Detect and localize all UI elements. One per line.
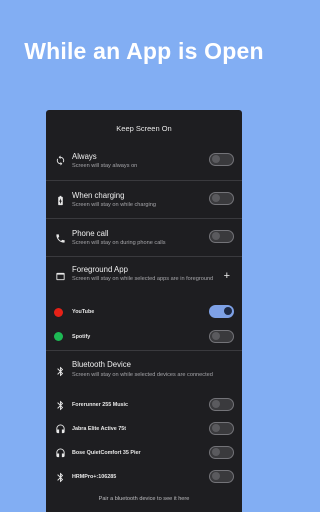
device-toggle[interactable] [209,422,234,435]
always-toggle[interactable] [209,153,234,166]
always-title: Always [72,152,97,161]
toggle-knob [211,232,220,241]
charging-toggle[interactable] [209,192,234,205]
always-subtitle: Screen will stay always on [72,163,138,169]
toggle-knob [223,307,232,316]
window-icon [54,270,66,282]
device-name: Forerunner 255 Music [72,402,129,408]
headline: While an App is Open [24,38,264,64]
foreground-title: Foreground App [72,265,128,274]
device-toggle[interactable] [209,470,234,483]
divider [46,180,242,181]
bluetooth-icon [54,365,66,377]
battery-charging-icon [54,194,66,206]
toggle-knob [211,155,220,164]
device-toggle[interactable] [209,446,234,459]
youtube-toggle[interactable] [209,305,234,318]
phone-icon [54,232,66,244]
divider [46,256,242,257]
bluetooth-title: Bluetooth Device [72,360,131,369]
youtube-logo-icon [54,308,63,317]
divider [46,350,242,351]
bluetooth-subtitle: Screen will stay on while selected devic… [72,372,213,378]
sync-icon [54,154,66,166]
toggle-knob [211,332,220,341]
toggle-knob [211,194,220,203]
add-app-button[interactable]: + [224,271,230,282]
phone-call-title: Phone call [72,229,109,238]
app-name-spotify: Spotify [72,334,91,340]
toggle-knob [211,472,220,481]
device-toggle[interactable] [209,398,234,411]
headphones-icon [54,447,66,459]
toggle-knob [211,400,220,409]
bluetooth-icon [54,471,66,483]
foreground-subtitle: Screen will stay on while selected apps … [72,276,214,282]
phone-call-toggle[interactable] [209,230,234,243]
bluetooth-icon [54,399,66,411]
screen-title: Keep Screen On [116,124,172,133]
device-name: Jabra Elite Active 75t [72,426,127,432]
phone-screen: Keep Screen On Always Screen will stay a… [46,110,242,512]
device-name: HRMPro+:106285 [72,474,117,480]
toggle-knob [211,448,220,457]
spotify-logo-icon [54,332,63,341]
charging-title: When charging [72,191,125,200]
headphones-icon [54,423,66,435]
spotify-toggle[interactable] [209,330,234,343]
toggle-knob [211,424,220,433]
phone-call-subtitle: Screen will stay on during phone calls [72,240,166,246]
app-name-youtube: YouTube [72,309,95,315]
pair-device-hint: Pair a bluetooth device to see it here [98,496,190,502]
charging-subtitle: Screen will stay on while charging [72,202,156,208]
device-name: Bose QuietComfort 35 Pier [72,450,141,456]
divider [46,218,242,219]
